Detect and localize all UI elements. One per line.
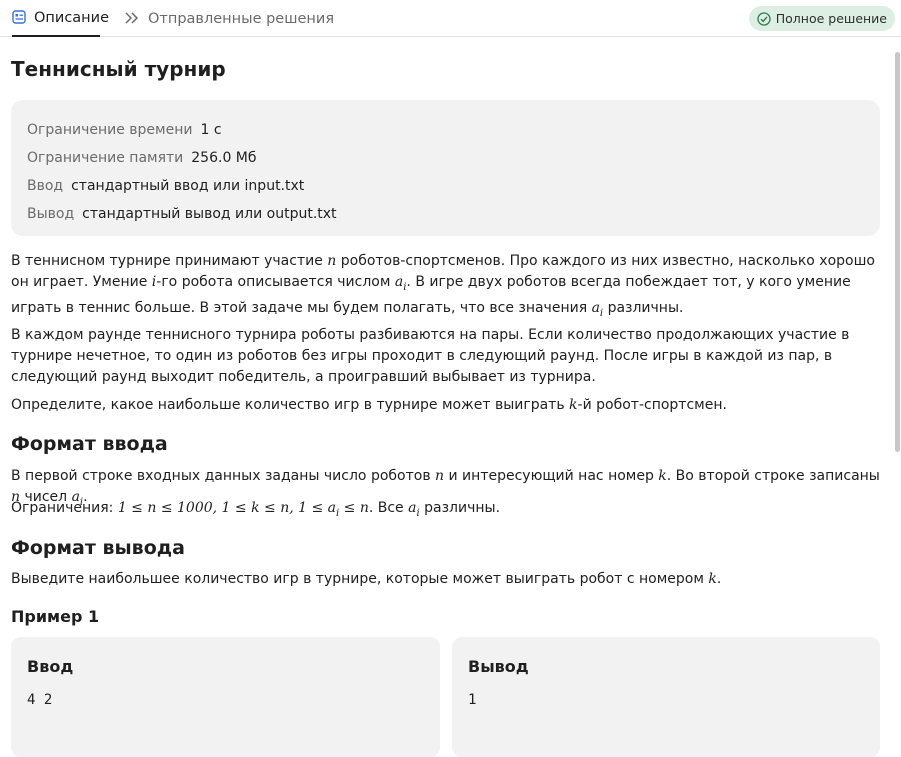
limit-value: стандартный вывод или output.txt: [82, 206, 337, 222]
math-expr: 1 ≤ n ≤ 1000, 1 ≤ k ≤ n, 1 ≤ a: [117, 500, 336, 516]
limit-output: Вывод стандартный вывод или output.txt: [27, 200, 864, 228]
text: -го робота описывается числом: [156, 274, 395, 290]
text: Ограничения:: [11, 500, 118, 516]
tab-bar: Описание Отправленные решения Полное реш…: [0, 0, 901, 37]
text: различны.: [603, 299, 684, 316]
math-expr-end: ≤ n: [339, 500, 369, 516]
example-input-title: Ввод: [27, 657, 74, 676]
example-input-card: Ввод 4 2: [11, 637, 440, 757]
math-ai: ai: [591, 299, 604, 319]
text: . Во второй строке записаны: [666, 468, 880, 484]
limit-key: Ограничение времени: [27, 122, 193, 138]
description-icon: [12, 9, 26, 26]
math-n: n: [435, 468, 445, 484]
scrollbar[interactable]: [894, 52, 901, 707]
tab-description[interactable]: Описание: [12, 0, 109, 37]
limit-input: Ввод стандартный ввод или input.txt: [27, 172, 864, 200]
limit-key: Вывод: [27, 206, 75, 222]
math-n: n: [327, 253, 337, 269]
check-circle-icon: [757, 11, 771, 26]
limit-time: Ограничение времени 1 с: [27, 116, 864, 144]
text: Выведите наибольшее количество игр в тур…: [11, 571, 709, 587]
scrollbar-thumb[interactable]: [895, 52, 900, 452]
example-output-data: 1: [468, 692, 477, 708]
limit-key: Ограничение памяти: [27, 150, 184, 166]
status-badge-label: Полное решение: [775, 11, 887, 26]
text: . Все: [368, 500, 409, 516]
text: Определите, какое наибольше количество и…: [11, 397, 570, 413]
math-ai: ai: [394, 274, 407, 293]
status-badge: Полное решение: [748, 6, 895, 31]
statement-paragraph-1: В теннисном турнире принимают участие n …: [11, 251, 880, 324]
example-output-title: Вывод: [468, 657, 529, 676]
math-ai: ai: [408, 500, 420, 519]
problem-title: Теннисный турнир: [11, 57, 226, 81]
statement-paragraph-2: В каждом раунде теннисного турнира робот…: [11, 327, 850, 385]
text: и интересующий нас номер: [444, 468, 659, 484]
statement-paragraph-3: Определите, какое наибольше количество и…: [11, 395, 880, 416]
math-k: k: [569, 397, 578, 413]
math-k: k: [658, 468, 667, 484]
limit-value: стандартный ввод или input.txt: [71, 178, 305, 194]
limit-value: 1 с: [200, 122, 222, 138]
output-format-heading: Формат вывода: [11, 537, 185, 559]
input-format-heading: Формат ввода: [11, 433, 168, 455]
limit-key: Ввод: [27, 178, 64, 194]
limit-value: 256.0 Мб: [191, 150, 257, 166]
tab-submissions-label: Отправленные решения: [148, 10, 335, 27]
math-a: a: [591, 299, 600, 316]
example-output-card: Вывод 1: [452, 637, 880, 757]
text: -й робот-спортсмен.: [577, 397, 727, 413]
output-format-line-1: Выведите наибольшее количество игр в тур…: [11, 569, 880, 590]
text: .: [716, 571, 722, 587]
double-chevron-icon: [124, 11, 140, 27]
math-a: a: [394, 274, 404, 290]
example-heading: Пример 1: [11, 607, 100, 626]
math-k: k: [708, 571, 717, 587]
math-constraints: 1 ≤ n ≤ 1000, 1 ≤ k ≤ n, 1 ≤ ai ≤ n: [117, 500, 369, 519]
text: В первой строке входных данных заданы чи…: [11, 468, 436, 484]
example-input-data: 4 2: [27, 692, 53, 708]
text: различны.: [419, 500, 501, 516]
limits-card: Ограничение времени 1 с Ограничение памя…: [11, 100, 880, 236]
limit-memory: Ограничение памяти 256.0 Мб: [27, 144, 864, 172]
tab-submissions[interactable]: Отправленные решения: [124, 0, 334, 37]
tab-description-label: Описание: [34, 9, 109, 26]
input-format-constraints: Ограничения: 1 ≤ n ≤ 1000, 1 ≤ k ≤ n, 1 …: [11, 498, 880, 524]
text: В теннисном турнире принимают участие: [11, 253, 328, 269]
